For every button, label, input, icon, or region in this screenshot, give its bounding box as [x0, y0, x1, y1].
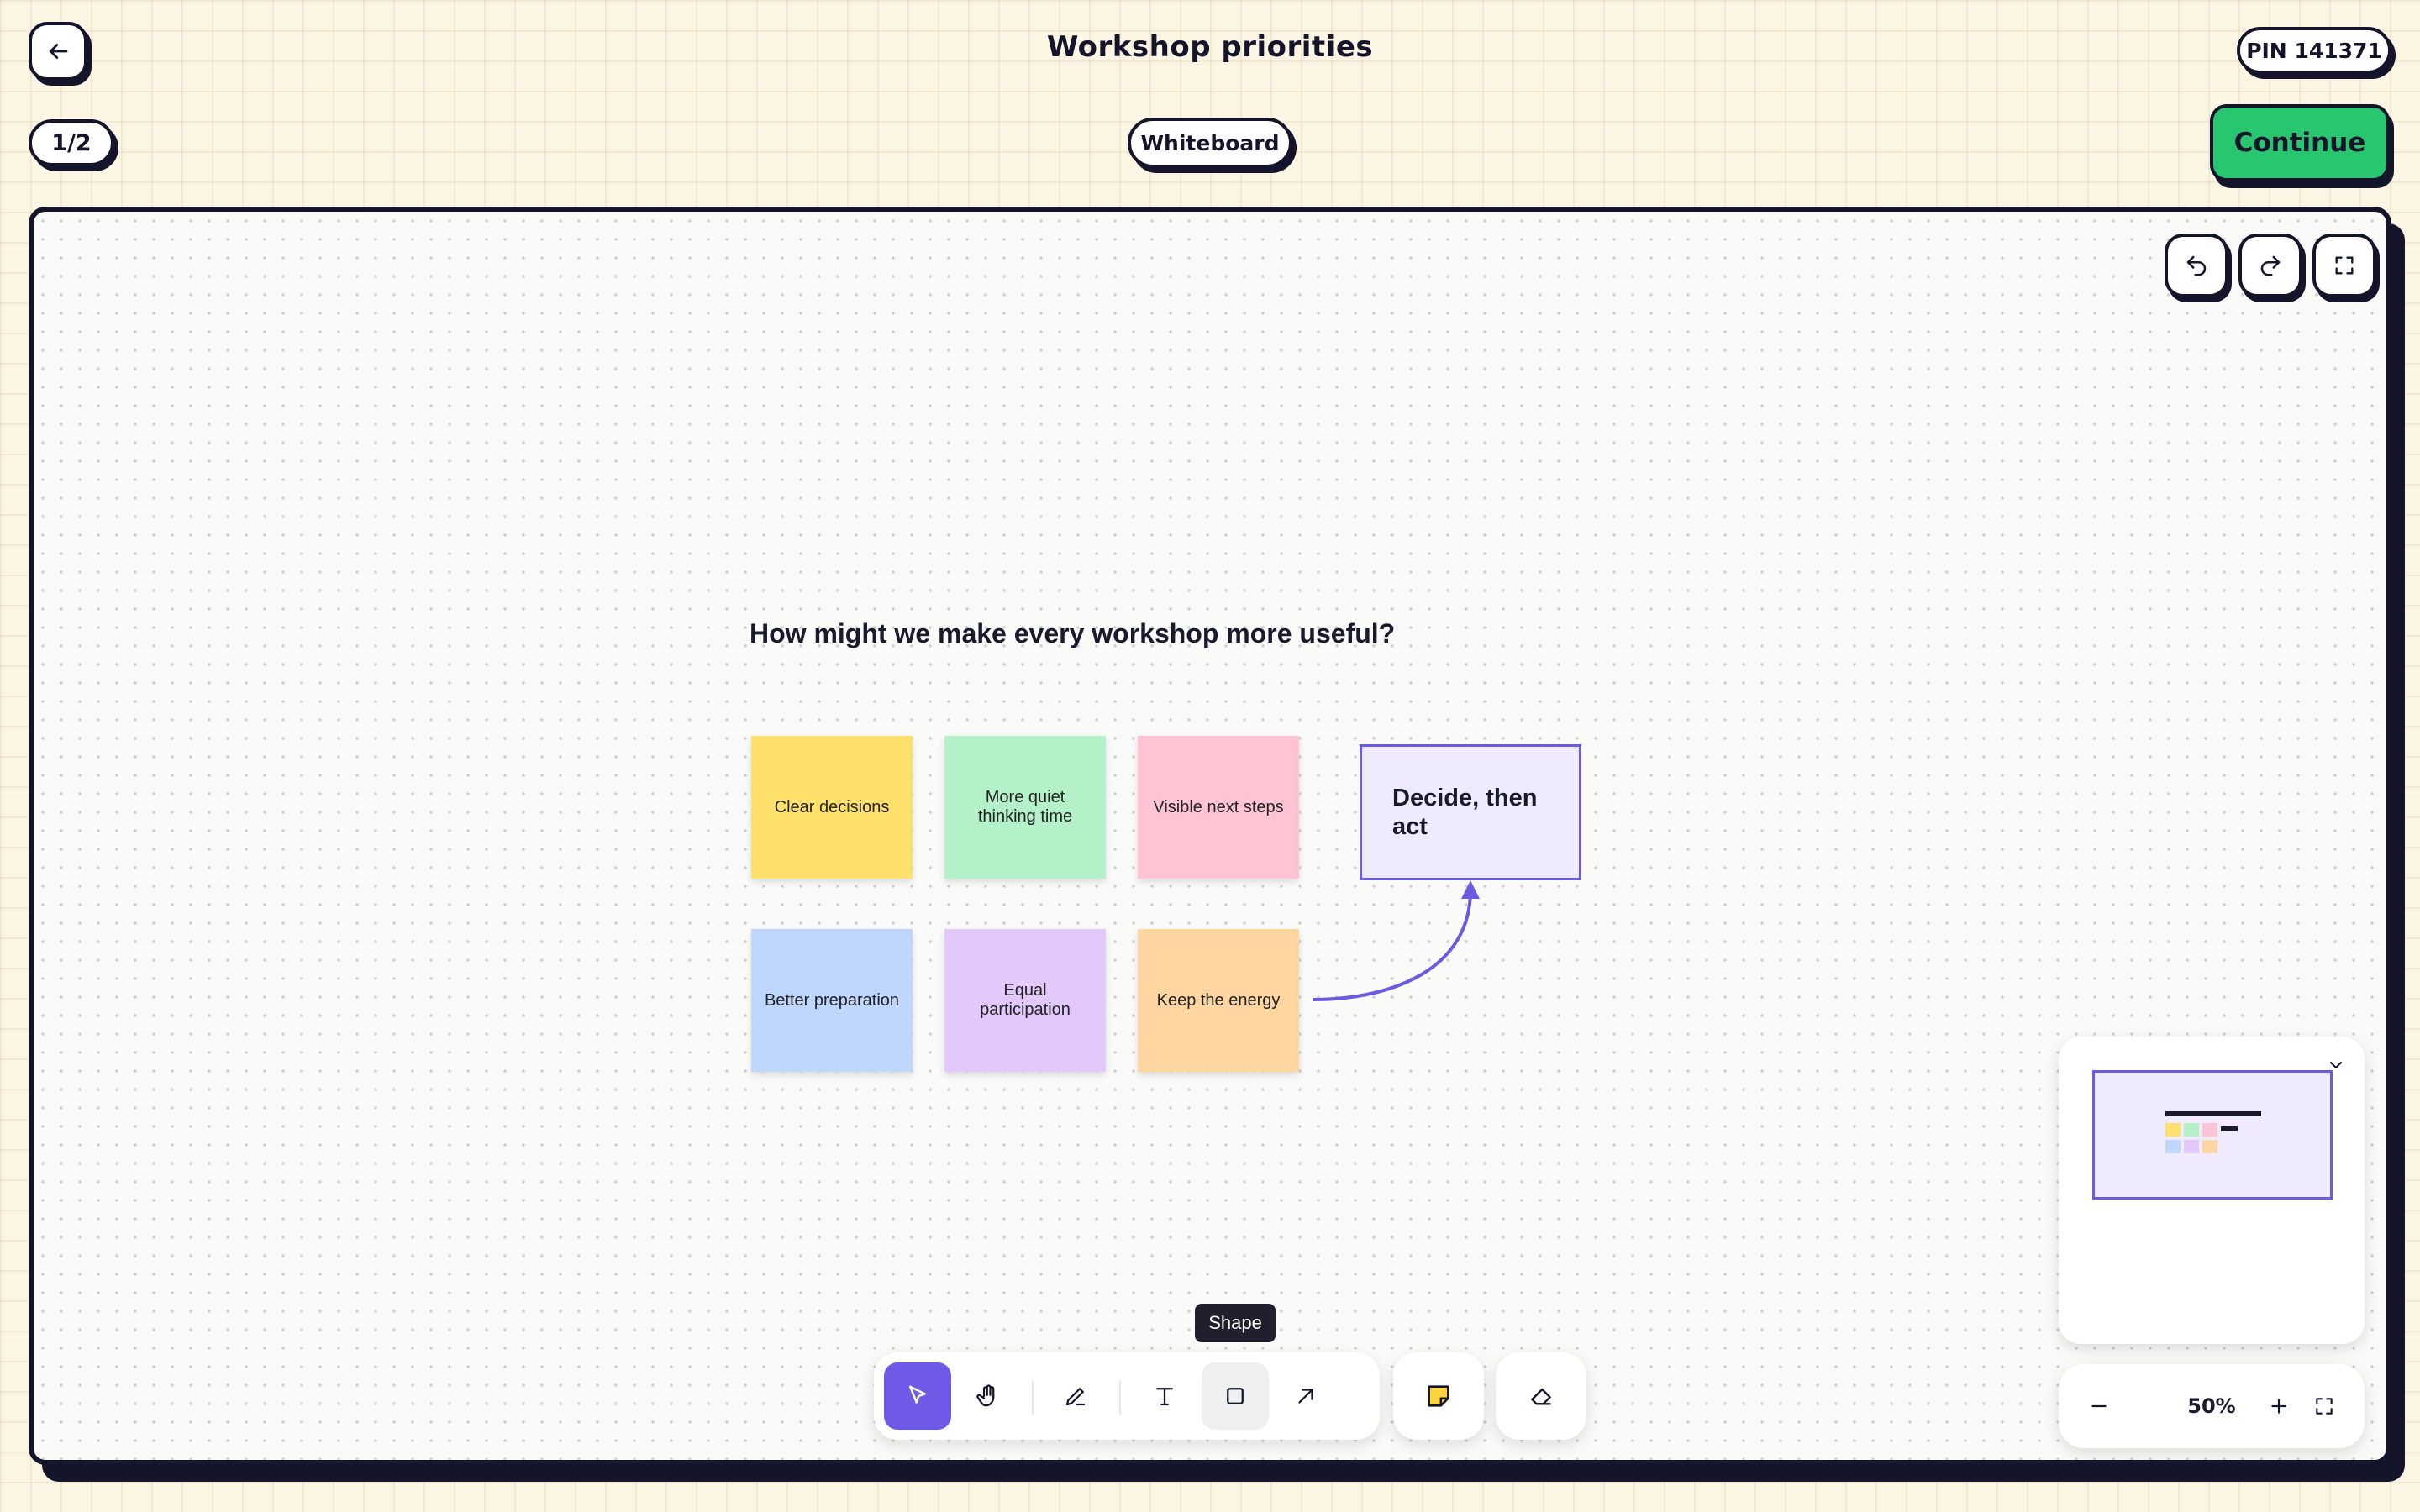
- sticky-note-tool[interactable]: [1393, 1352, 1484, 1440]
- hand-tool[interactable]: [955, 1362, 1022, 1430]
- page-counter: 1/2: [29, 119, 114, 166]
- zoom-out-button[interactable]: [2074, 1381, 2124, 1431]
- minimap-viewport[interactable]: [2092, 1070, 2333, 1200]
- zoom-level: 50%: [2187, 1394, 2236, 1418]
- sticky-note[interactable]: Keep the energy: [1138, 929, 1299, 1072]
- redo-button[interactable]: [2238, 234, 2302, 297]
- sticky-note[interactable]: Equal participation: [944, 929, 1106, 1072]
- hand-icon: [976, 1384, 995, 1407]
- pen-icon: [1065, 1388, 1086, 1406]
- redo-icon: [2260, 255, 2281, 276]
- fullscreen-icon: [2335, 256, 2354, 275]
- zoom-controls: 50%: [2059, 1364, 2365, 1448]
- shape-icon: [1227, 1388, 1244, 1404]
- minus-icon: [2091, 1404, 2107, 1408]
- tool-tooltip: Shape: [1195, 1304, 1276, 1342]
- sticky-note[interactable]: More quiet thinking time: [944, 736, 1106, 879]
- select-tool[interactable]: [884, 1362, 951, 1430]
- mode-badge[interactable]: Whiteboard: [1128, 118, 1292, 168]
- undo-icon: [2186, 255, 2207, 276]
- text-icon: [1156, 1388, 1173, 1406]
- sticky-note[interactable]: Visible next steps: [1138, 736, 1299, 879]
- decide-box[interactable]: Decide, then act: [1360, 744, 1581, 880]
- select-icon: [909, 1385, 926, 1404]
- decide-box-label: Decide, then act: [1392, 785, 1538, 840]
- eraser-tool[interactable]: [1496, 1352, 1586, 1440]
- zoom-in-button[interactable]: [2254, 1381, 2304, 1431]
- page-title: Workshop priorities: [1046, 30, 1374, 64]
- shape-tool[interactable]: [1202, 1362, 1269, 1430]
- sticky-note[interactable]: Clear decisions: [751, 736, 913, 879]
- minimap-panel[interactable]: [2059, 1037, 2365, 1344]
- text-tool[interactable]: [1131, 1362, 1198, 1430]
- undo-button[interactable]: [2165, 234, 2228, 297]
- fit-screen-icon: [2316, 1398, 2333, 1415]
- fullscreen-button[interactable]: [2312, 234, 2376, 297]
- arrow-tool[interactable]: [1272, 1362, 1339, 1430]
- drawing-toolbar: [874, 1352, 1380, 1440]
- sticky-note-icon: [1428, 1385, 1449, 1407]
- sticky-note[interactable]: Better preparation: [751, 929, 913, 1072]
- whiteboard-canvas[interactable]: How might we make every workshop more us…: [29, 207, 2391, 1465]
- fit-to-screen-button[interactable]: [2299, 1381, 2349, 1431]
- plus-icon: [2271, 1399, 2286, 1414]
- arrow-icon: [1298, 1389, 1313, 1404]
- eraser-icon: [1531, 1388, 1551, 1405]
- continue-button[interactable]: Continue: [2210, 104, 2390, 181]
- board-prompt[interactable]: How might we make every workshop more us…: [750, 618, 1506, 649]
- pin-badge: PIN 141371: [2237, 27, 2391, 74]
- pen-tool[interactable]: [1042, 1362, 1109, 1430]
